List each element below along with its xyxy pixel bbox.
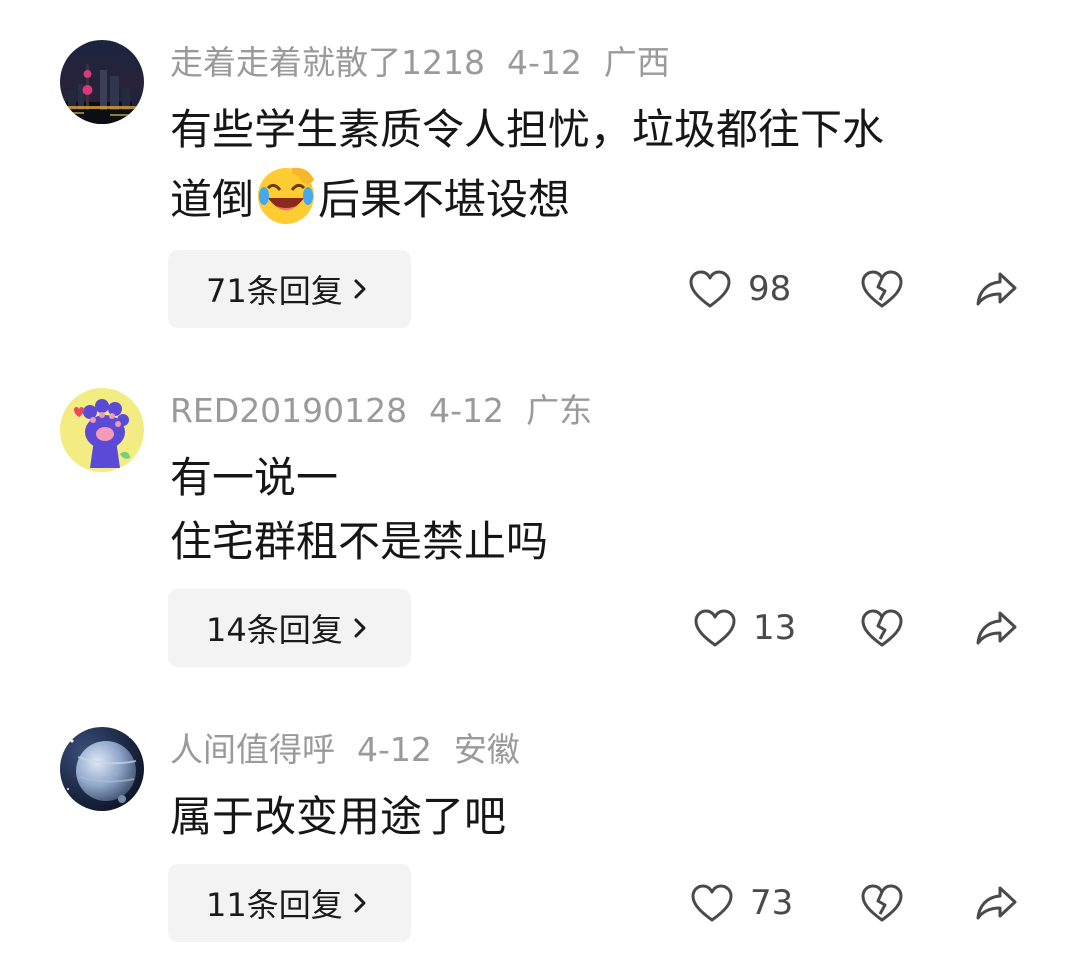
comment-text-line: 有一说一 [170, 453, 339, 502]
like-count: 98 [748, 269, 792, 309]
broken-heart-icon[interactable] [860, 608, 904, 648]
share-arrow-icon[interactable] [974, 883, 1018, 923]
broken-heart-icon[interactable] [860, 883, 904, 923]
like-button[interactable]: 13 [693, 589, 796, 667]
username[interactable]: 走着走着就散了1218 [170, 43, 485, 82]
comment-text: 有一说一 住宅群租不是禁止吗 [170, 446, 1050, 574]
broken-heart-icon[interactable] [860, 269, 904, 309]
planet-space-avatar [60, 727, 144, 811]
heart-outline-icon [691, 884, 733, 922]
comment-text: 属于改变用途了吧 [170, 785, 1050, 849]
comment-meta: 走着走着就散了1218 4-12 广西 [170, 41, 692, 85]
heart-outline-icon [689, 270, 731, 308]
comment-text-line: 道倒 后果不堪设想 [170, 162, 1050, 232]
username[interactable]: RED20190128 [170, 391, 407, 430]
comment-text: 有些学生素质令人担忧，垃圾都往下水 道倒 后果不堪设想 [170, 98, 1050, 232]
comment-actions: 13 [0, 589, 1080, 667]
comment-text-line: 属于改变用途了吧 [170, 792, 507, 841]
avatar[interactable] [60, 727, 144, 811]
like-count: 73 [750, 883, 794, 923]
comment-location: 广东 [526, 391, 593, 430]
comment-meta: 人间值得呼 4-12 安徽 [170, 728, 542, 772]
avatar[interactable] [60, 40, 144, 124]
comment-meta: RED20190128 4-12 广东 [170, 389, 614, 433]
share-arrow-icon[interactable] [974, 608, 1018, 648]
share-arrow-icon[interactable] [974, 269, 1018, 309]
laughing-tears-emoji-icon [258, 167, 315, 224]
comment-text-fragment: 道倒 [170, 175, 255, 224]
comment-location: 广西 [603, 43, 670, 82]
like-button[interactable]: 73 [690, 864, 793, 942]
comment-text-line: 有些学生素质令人担忧，垃圾都往下水 [170, 105, 885, 154]
comment-date: 4-12 [506, 43, 582, 82]
like-button[interactable]: 98 [688, 250, 791, 328]
comment-text-fragment: 后果不堪设想 [318, 175, 571, 224]
username[interactable]: 人间值得呼 [170, 730, 335, 769]
comment-date: 4-12 [429, 391, 505, 430]
like-count: 13 [753, 608, 797, 648]
comment-actions: 73 [0, 864, 1080, 942]
comment-date: 4-12 [357, 730, 432, 769]
heart-outline-icon [694, 609, 736, 647]
city-night-skyline-avatar [60, 40, 144, 124]
comment-location: 安徽 [453, 730, 520, 769]
comment-actions: 98 [0, 250, 1080, 328]
avatar[interactable] [60, 388, 144, 472]
cat-paw-avatar [60, 388, 144, 472]
comment-text-line: 住宅群租不是禁止吗 [170, 517, 549, 566]
